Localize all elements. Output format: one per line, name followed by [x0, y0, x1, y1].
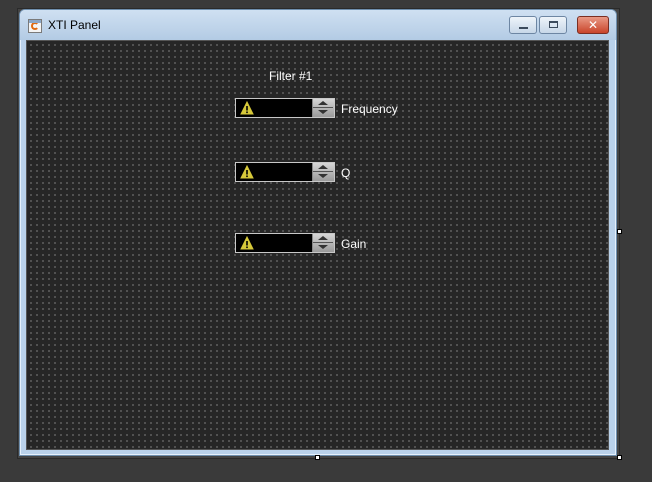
- warning-icon: [240, 236, 254, 250]
- gain-decrement-button[interactable]: [313, 243, 333, 252]
- q-spinbox[interactable]: [235, 162, 335, 182]
- panel-client-area: Filter #1 Frequency Q Gain: [26, 40, 609, 450]
- warning-icon: [240, 165, 254, 179]
- frequency-spin-buttons: [312, 99, 334, 117]
- frequency-label: Frequency: [341, 102, 398, 116]
- frequency-increment-button[interactable]: [313, 99, 333, 108]
- close-icon: ✕: [587, 18, 599, 32]
- app-icon[interactable]: [28, 19, 42, 33]
- gain-label: Gain: [341, 237, 367, 251]
- q-spin-buttons: [312, 163, 334, 181]
- window-title: XTI Panel: [48, 18, 101, 32]
- title-bar[interactable]: XTI Panel ✕: [20, 10, 616, 40]
- frequency-decrement-button[interactable]: [313, 108, 333, 117]
- q-decrement-button[interactable]: [313, 172, 333, 181]
- gain-spin-buttons: [312, 234, 334, 252]
- maximize-button[interactable]: [539, 16, 567, 34]
- frequency-spinbox[interactable]: [235, 98, 335, 118]
- maximize-icon: [549, 21, 558, 28]
- gain-spinbox[interactable]: [235, 233, 335, 253]
- gain-increment-button[interactable]: [313, 234, 333, 243]
- minimize-icon: [519, 27, 528, 29]
- minimize-button[interactable]: [509, 16, 537, 34]
- close-button[interactable]: ✕: [577, 16, 609, 34]
- xti-panel-window: XTI Panel ✕ Filter #1 Frequency Q Gain: [19, 9, 617, 456]
- q-increment-button[interactable]: [313, 163, 333, 172]
- resize-handle-bottom[interactable]: [315, 455, 320, 460]
- filter-title: Filter #1: [269, 69, 313, 83]
- resize-handle-corner[interactable]: [617, 455, 622, 460]
- warning-icon: [240, 101, 254, 115]
- q-label: Q: [341, 166, 351, 180]
- resize-handle-right[interactable]: [617, 229, 622, 234]
